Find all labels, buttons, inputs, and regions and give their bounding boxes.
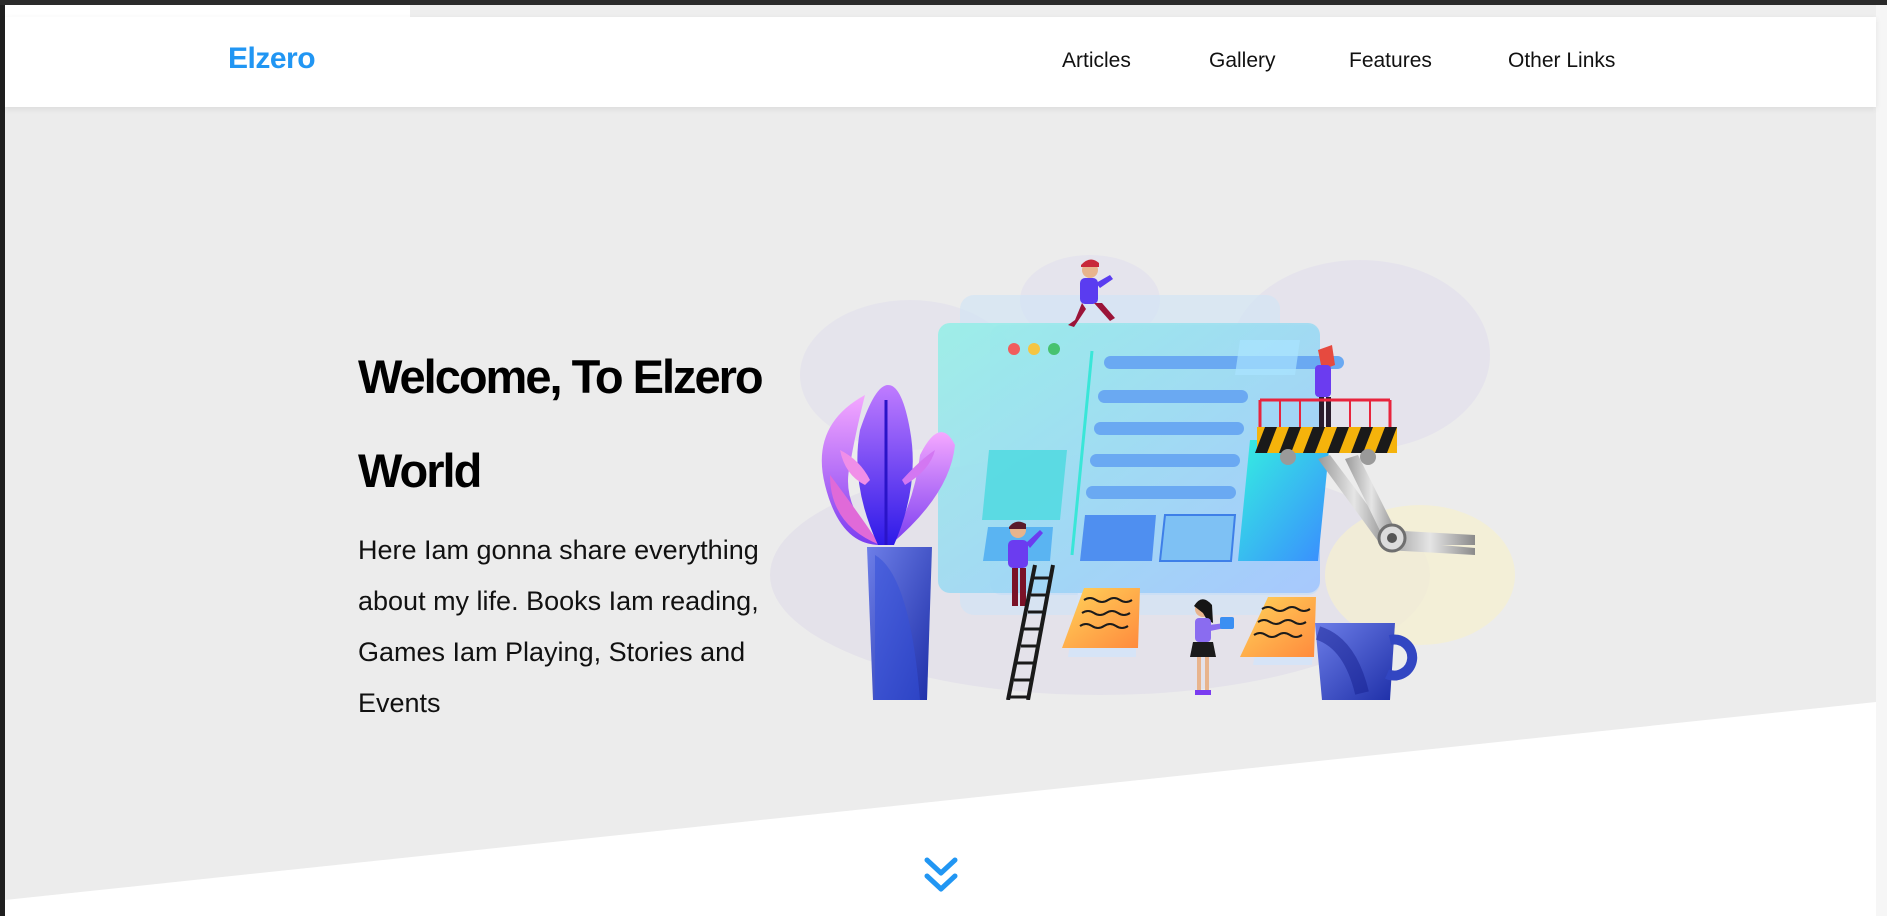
- website-building-illustration: [770, 255, 1515, 700]
- hero-title: Welcome, To Elzero World: [358, 350, 764, 497]
- double-chevron-down-icon[interactable]: [923, 856, 959, 896]
- navbar: Elzero Articles Gallery Features Other L…: [5, 17, 1876, 107]
- nav-link-gallery[interactable]: Gallery: [1209, 49, 1276, 73]
- hero-description: Here Iam gonna share everything about my…: [358, 535, 759, 718]
- nav-link-features[interactable]: Features: [1349, 49, 1432, 73]
- main-nav: Articles Gallery Features Other Links: [5, 49, 1876, 79]
- nav-link-articles[interactable]: Articles: [1062, 49, 1131, 73]
- nav-link-other-links[interactable]: Other Links: [1508, 49, 1615, 73]
